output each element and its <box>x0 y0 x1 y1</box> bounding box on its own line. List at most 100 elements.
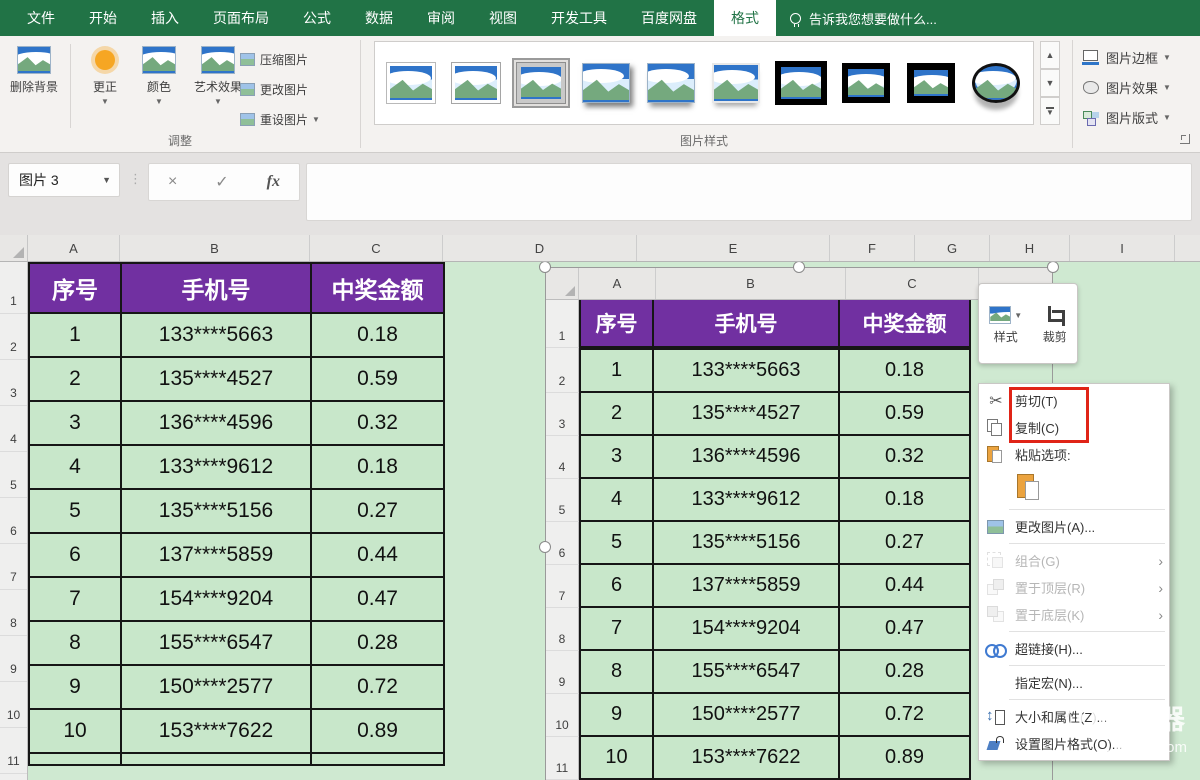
context-menu-item[interactable]: 置于顶层(R)› <box>979 574 1169 601</box>
gallery-more-button[interactable]: ▼ <box>1040 97 1060 125</box>
cell-phone[interactable]: 136****4596 <box>122 402 312 446</box>
ribbon-tab[interactable]: 审阅 <box>410 0 472 36</box>
formula-input[interactable] <box>306 163 1192 221</box>
insert-function-button[interactable]: fx <box>267 173 280 191</box>
row-header[interactable]: 8 <box>0 590 27 636</box>
select-all-corner[interactable] <box>0 235 28 261</box>
cell-serial[interactable]: 6 <box>30 534 122 578</box>
context-menu-item[interactable]: 复制(C) <box>979 414 1169 441</box>
color-button[interactable]: 颜色 ▼ <box>132 41 186 106</box>
row-header[interactable]: 11 <box>0 728 27 774</box>
style-button[interactable]: ▼ 样式 <box>989 302 1022 345</box>
compress-picture-button[interactable]: 压缩图片 <box>240 44 320 74</box>
cell-serial[interactable]: 5 <box>30 490 122 534</box>
cell-phone[interactable]: 135****5156 <box>122 490 312 534</box>
crop-button[interactable]: 裁剪 <box>1043 302 1067 345</box>
row-header[interactable]: 2 <box>0 314 27 360</box>
picture-style-thumbnail-double-black[interactable] <box>773 59 829 107</box>
resize-handle-top-right[interactable] <box>1047 262 1059 273</box>
context-menu-item[interactable]: 置于底层(K)› <box>979 601 1169 628</box>
cell-amount[interactable]: 0.28 <box>312 622 443 666</box>
cell-serial[interactable]: 9 <box>30 666 122 710</box>
cell-amount[interactable]: 0.47 <box>312 578 443 622</box>
ribbon-tab[interactable]: 开发工具 <box>534 0 624 36</box>
corrections-button[interactable]: 更正 ▼ <box>78 41 132 106</box>
row-header[interactable]: 9 <box>0 636 27 682</box>
ribbon-tab[interactable]: 视图 <box>472 0 534 36</box>
cell-serial[interactable]: 2 <box>30 358 122 402</box>
context-menu-item[interactable]: 组合(G)› <box>979 547 1169 574</box>
column-header[interactable]: H <box>990 235 1070 261</box>
dialog-launcher-icon[interactable] <box>1180 134 1190 144</box>
column-header[interactable]: D <box>443 235 637 261</box>
floating-picture[interactable]: ABC 1 序号 手机号 中奖金额 2 1 133****5663 <box>545 267 1053 780</box>
cell-amount[interactable]: 0.18 <box>312 446 443 490</box>
cell-serial[interactable]: 7 <box>30 578 122 622</box>
cell-phone[interactable]: 135****4527 <box>122 358 312 402</box>
resize-handle-middle-left[interactable] <box>539 541 551 553</box>
column-header[interactable]: A <box>28 235 120 261</box>
row-header[interactable]: 3 <box>0 360 27 406</box>
cell-phone[interactable]: 154****9204 <box>122 578 312 622</box>
picture-style-thumbnail-shadow[interactable] <box>578 59 634 107</box>
ribbon-tab[interactable]: 公式 <box>286 0 348 36</box>
cell-serial[interactable]: 10 <box>30 710 122 754</box>
picture-style-thumbnail-oval[interactable] <box>968 59 1024 107</box>
picture-style-thumbnail-black-thick[interactable] <box>903 59 959 107</box>
picture-style-thumbnail-simple[interactable] <box>448 59 504 107</box>
context-menu-item[interactable]: 超链接(H)... <box>979 635 1169 662</box>
enter-button[interactable]: ✓ <box>215 172 228 192</box>
remove-background-button[interactable]: 删除背景 <box>4 41 64 106</box>
header-cell-phone[interactable]: 手机号 <box>122 264 312 314</box>
column-header[interactable]: B <box>120 235 310 261</box>
picture-style-thumbnail-black[interactable] <box>838 59 894 107</box>
change-picture-button[interactable]: 更改图片 <box>240 74 320 104</box>
prize-table[interactable]: 序号 手机号 中奖金额 1 133****5663 0.18 2 135****… <box>28 262 445 766</box>
cell-phone[interactable]: 133****9612 <box>122 446 312 490</box>
cell-phone[interactable]: 133****5663 <box>122 314 312 358</box>
gallery-down-button[interactable]: ▼ <box>1040 69 1060 97</box>
cell-amount[interactable]: 0.89 <box>312 710 443 754</box>
picture-effects-button[interactable]: 图片效果 ▼ <box>1082 72 1171 102</box>
ribbon-tab[interactable]: 格式 <box>714 0 776 36</box>
picture-style-thumbnail-simple-white[interactable] <box>383 59 439 107</box>
picture-style-thumbnail-metal[interactable] <box>513 59 569 107</box>
cell-phone[interactable]: 153****7622 <box>122 710 312 754</box>
context-menu-item[interactable]: 指定宏(N)... <box>979 669 1169 696</box>
row-header[interactable]: 4 <box>0 406 27 452</box>
gallery-up-button[interactable]: ▲ <box>1040 41 1060 69</box>
ribbon-tab[interactable]: 页面布局 <box>196 0 286 36</box>
column-header[interactable]: E <box>637 235 830 261</box>
column-header[interactable]: F <box>830 235 915 261</box>
context-menu-item[interactable]: 粘贴选项: <box>979 441 1169 468</box>
cell-amount[interactable]: 0.27 <box>312 490 443 534</box>
cell-serial[interactable]: 4 <box>30 446 122 490</box>
cell-phone[interactable]: 155****6547 <box>122 622 312 666</box>
picture-layout-button[interactable]: 图片版式 ▼ <box>1082 102 1171 132</box>
worksheet[interactable]: 1234567891011 序号 手机号 中奖金额 1 133****5663 … <box>0 262 1200 780</box>
name-box[interactable]: 图片 3 ▼ <box>8 163 120 197</box>
cell-amount[interactable]: 0.44 <box>312 534 443 578</box>
picture-style-thumbnail-soft[interactable] <box>708 59 764 107</box>
ribbon-tab[interactable]: 插入 <box>134 0 196 36</box>
tell-me-search[interactable]: 告诉我您想要做什么... <box>776 0 937 36</box>
context-menu-item[interactable] <box>979 468 1169 506</box>
row-header[interactable]: 1 <box>0 262 27 314</box>
context-menu-item[interactable]: 更改图片(A)... <box>979 513 1169 540</box>
row-header[interactable]: 5 <box>0 452 27 498</box>
header-cell-amount[interactable]: 中奖金额 <box>312 264 443 314</box>
picture-style-thumbnail-reflection[interactable] <box>643 59 699 107</box>
cell-phone[interactable]: 137****5859 <box>122 534 312 578</box>
cell-serial[interactable]: 3 <box>30 402 122 446</box>
ribbon-tab[interactable]: 数据 <box>348 0 410 36</box>
header-cell-serial[interactable]: 序号 <box>30 264 122 314</box>
context-menu-item[interactable]: 剪切(T) <box>979 387 1169 414</box>
cell-amount[interactable]: 0.18 <box>312 314 443 358</box>
cell-amount[interactable]: 0.72 <box>312 666 443 710</box>
ribbon-tab[interactable]: 开始 <box>72 0 134 36</box>
reset-picture-button[interactable]: 重设图片 ▼ <box>240 104 320 134</box>
column-header[interactable]: I <box>1070 235 1175 261</box>
row-header[interactable]: 7 <box>0 544 27 590</box>
cell-serial[interactable]: 8 <box>30 622 122 666</box>
cell-serial[interactable]: 1 <box>30 314 122 358</box>
